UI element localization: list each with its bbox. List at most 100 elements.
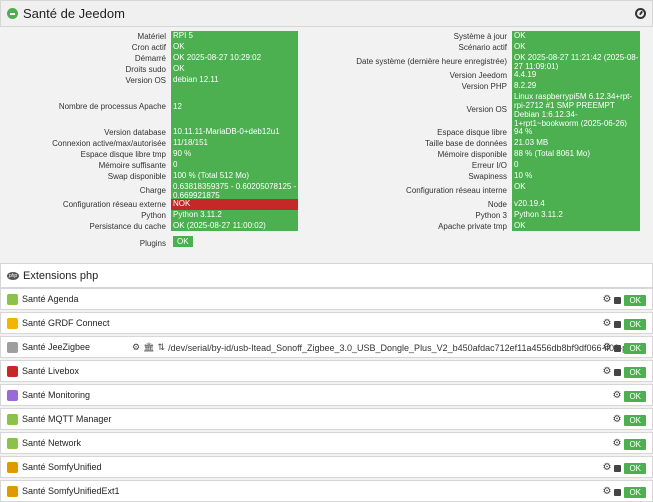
left-value-6-text: 10.11.11-MariaDB-0+deb12u1 [173,127,280,136]
left-label-5: Nombre de processus Apache [4,86,169,127]
left-label-13: Python [4,210,169,221]
config-icon[interactable]: ⚙ [602,295,611,305]
plugin-name: Santé GRDF Connect [22,318,110,328]
plugin-name: Santé SomfyUnifiedExt1 [22,486,120,496]
right-value-10-text: 10 % [514,171,533,180]
left-value-14: OK (2025-08-27 11:00:02) [171,221,298,231]
left-label-3: Droits sudo [4,64,169,75]
right-value-4-text: 8.2.29 [514,81,537,90]
plugin-name: Santé SomfyUnified [22,462,102,472]
plugin-actions: ⚙ OK [612,438,646,450]
right-label-9-text: Erreur I/O [471,161,507,170]
plugin-row[interactable]: Santé Network ⚙ OK [0,432,653,454]
right-label-7: Taille base de données [300,138,510,149]
somfy-icon [7,486,18,497]
mqtt-icon [7,414,18,425]
left-label-7-text: Connexion active/max/autorisée [52,139,166,148]
plugin-row[interactable]: Santé MQTT Manager ⚙ OK [0,408,653,430]
network-icon [7,438,18,449]
left-value-11-text: 0.63818359375 - 0.60205078125 - 0.669921… [173,182,297,200]
config-icon[interactable]: ⚙ [612,391,621,401]
zigbee-icon [7,342,18,353]
bank-icon[interactable]: 🏛 [143,342,154,353]
left-label-1-text: Cron actif [131,43,166,52]
plugin-row[interactable]: Santé Monitoring ⚙ OK [0,384,653,406]
plugin-status-badge: OK [624,390,646,402]
briefcase-icon[interactable] [614,344,622,352]
left-value-5-text: 12 [173,102,182,111]
plugin-row[interactable]: Santé SomfyUnified ⚙ OK [0,456,653,478]
right-label-5: Version OS [300,92,510,127]
plugin-status-badge: OK [624,438,646,450]
plugin-row[interactable]: Santé Livebox ⚙ OK [0,360,653,382]
right-label-3-text: Version Jeedom [449,71,507,80]
plugin-row[interactable]: Santé JeeZigbee ⚙ 🏛 ⇅/dev/serial/by-id/usb-… [0,336,653,358]
left-value-0: RPI 5 [171,31,298,42]
right-value-13: Python 3.11.2 [512,210,640,221]
right-value-8: 88 % (Total 8061 Mo) [512,149,640,160]
briefcase-icon[interactable] [614,368,622,376]
config-icon[interactable]: ⚙ [612,415,621,425]
briefcase-icon[interactable] [614,296,622,304]
left-value-4: debian 12.11 [171,75,298,86]
right-label-5-text: Version OS [466,105,507,114]
config-icon[interactable]: ⚙ [602,487,611,497]
left-value-0-text: RPI 5 [173,31,194,40]
right-label-2: Date système (dernière heure enregistrée… [300,53,510,70]
right-label-1: Scénario actif [300,42,510,53]
right-label-3: Version Jeedom [300,70,510,81]
right-label-10: Swapiness [300,171,510,182]
calendar-icon [7,294,18,305]
left-value-7: 11/18/151 [171,138,298,149]
left-label-2: Démarré [4,53,169,64]
right-value-9: 0 [512,160,640,171]
left-value-12: NOK [171,199,298,210]
left-value-10: 100 % (Total 512 Mo) [171,171,298,182]
plugin-status-badge: OK [624,486,646,498]
left-label-15-text: Plugins [139,238,166,248]
config-icon[interactable]: ⚙ [602,463,611,473]
left-label-13-text: Python [141,211,166,220]
plugin-actions: ⚙ OK [612,414,646,426]
right-label-9: Erreur I/O [300,160,510,171]
right-label-0-text: Système à jour [453,32,507,41]
left-value-1-text: OK [173,42,185,51]
left-value-12-text: NOK [173,199,191,208]
right-label-14-text: Apache private tmp [438,221,507,231]
gauge-icon[interactable] [635,8,646,19]
gears-icon[interactable]: ⚙ [132,342,140,353]
right-label-7-text: Taille base de données [425,139,507,148]
plugin-name: Santé Monitoring [22,390,91,400]
briefcase-icon[interactable] [614,488,622,496]
plugin-name: Santé Network [22,438,82,448]
left-value-5: 12 [171,86,298,127]
right-label-0: Système à jour [300,31,510,42]
config-icon[interactable]: ⚙ [612,439,621,449]
config-icon[interactable]: ⚙ [602,343,611,353]
page-title: Santé de Jeedom [23,6,125,21]
right-label-6: Espace disque libre [300,127,510,138]
config-icon[interactable]: ⚙ [602,367,611,377]
plugin-row[interactable]: Santé Agenda ⚙ OK [0,288,653,310]
right-value-13-text: Python 3.11.2 [514,210,563,219]
right-label-2-text: Date système (dernière heure enregistrée… [356,57,507,66]
plugin-row[interactable]: Santé GRDF Connect ⚙ OK [0,312,653,334]
plugin-row[interactable]: Santé SomfyUnifiedExt1 ⚙ OK [0,480,653,502]
left-value-14-text: OK (2025-08-27 11:00:02) [173,221,266,230]
right-label-13-text: Python 3 [475,211,507,220]
plugin-name: Santé MQTT Manager [22,414,112,424]
plugin-status-badge: OK [624,462,646,474]
left-label-5-text: Nombre de processus Apache [58,102,166,111]
briefcase-icon[interactable] [614,464,622,472]
left-value-3-text: OK [173,64,185,73]
left-label-0: Matériel [4,31,169,42]
briefcase-icon[interactable] [614,320,622,328]
left-label-10: Swap disponible [4,171,169,182]
left-value-7-text: 11/18/151 [173,138,208,147]
right-label-4-text: Version PHP [461,82,507,91]
config-icon[interactable]: ⚙ [602,319,611,329]
plugin-name: Santé JeeZigbee [22,342,91,352]
right-label-12-text: Node [487,200,507,209]
livebox-icon [7,366,18,377]
sort-icon[interactable]: ⇅ [158,342,166,353]
